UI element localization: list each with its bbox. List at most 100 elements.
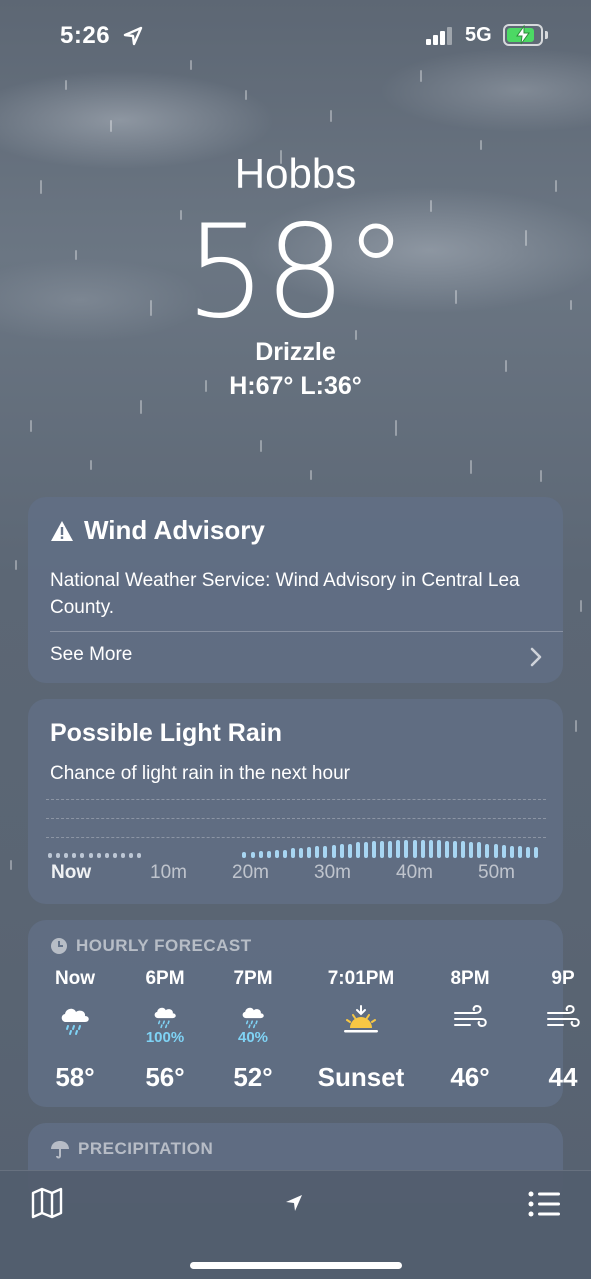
precipitation-header: PRECIPITATION bbox=[50, 1139, 213, 1159]
time-tick-label: 30m bbox=[314, 862, 351, 883]
divider bbox=[50, 631, 563, 632]
grid-line bbox=[46, 799, 546, 800]
rain-bar bbox=[274, 849, 279, 858]
rain-bar bbox=[396, 840, 401, 858]
location-arrow-icon[interactable] bbox=[284, 1193, 304, 1213]
next-hour-precip-card[interactable]: Possible Light Rain Chance of light rain… bbox=[28, 699, 563, 904]
rain-bar bbox=[469, 842, 474, 858]
rain-bar bbox=[129, 853, 133, 858]
rain-bar bbox=[509, 846, 514, 858]
rain-bar bbox=[372, 841, 376, 858]
high-low: H:67° L:36° bbox=[229, 372, 362, 400]
rain-streak bbox=[245, 90, 247, 100]
time-tick-label: 50m bbox=[478, 862, 515, 883]
current-temperature: 58° bbox=[185, 198, 408, 347]
rain-bar bbox=[242, 852, 247, 858]
rain-cloud-icon: 40% bbox=[208, 998, 298, 1046]
grid-line bbox=[46, 818, 546, 819]
rain-bar bbox=[485, 843, 490, 858]
rain-bar bbox=[534, 847, 538, 858]
rain-bar bbox=[331, 844, 336, 858]
status-bar: 5:26 5G bbox=[0, 0, 591, 70]
rain-bar bbox=[80, 853, 85, 858]
rain-streak bbox=[470, 460, 472, 474]
rain-bar bbox=[436, 840, 441, 858]
clock-icon bbox=[51, 938, 67, 954]
rain-bar bbox=[525, 847, 530, 858]
map-icon[interactable] bbox=[30, 1186, 64, 1220]
rain-bar bbox=[299, 848, 304, 858]
rain-streak bbox=[65, 80, 67, 90]
chevron-right-icon[interactable] bbox=[529, 647, 543, 667]
rain-bar bbox=[339, 843, 344, 858]
rain-bar bbox=[291, 848, 295, 858]
rain-streak bbox=[15, 560, 17, 570]
rain-streak bbox=[395, 420, 397, 436]
city-name: Hobbs bbox=[234, 150, 357, 197]
location-arrow-icon bbox=[123, 26, 143, 46]
grid-line bbox=[46, 837, 546, 838]
rain-bar bbox=[104, 853, 109, 858]
rain-bar bbox=[453, 841, 457, 858]
rain-bar bbox=[380, 841, 385, 858]
see-more-link[interactable]: See More bbox=[50, 644, 132, 666]
rain-bar bbox=[412, 840, 417, 858]
hour-label: 9P bbox=[551, 968, 575, 989]
rain-streak bbox=[330, 110, 332, 122]
rain-bar bbox=[404, 840, 409, 858]
rain-bar bbox=[363, 842, 368, 858]
rain-bar bbox=[517, 846, 522, 858]
hour-column: Now 58° bbox=[30, 968, 120, 1092]
rain-streak bbox=[580, 600, 582, 612]
rain-streak bbox=[540, 470, 542, 482]
rain-bar bbox=[347, 843, 352, 858]
rain-cloud-icon bbox=[30, 998, 120, 1046]
list-icon[interactable] bbox=[527, 1189, 561, 1219]
status-time: 5:26 bbox=[60, 22, 111, 49]
precip-chance: 40% bbox=[237, 1029, 269, 1046]
hourly-heading: HOURLY FORECAST bbox=[76, 936, 252, 955]
rain-bar bbox=[501, 844, 506, 858]
wind-icon bbox=[518, 998, 591, 1046]
rain-bar bbox=[461, 841, 466, 858]
rain-bar bbox=[112, 853, 117, 858]
rain-bar bbox=[258, 850, 263, 858]
rain-streak bbox=[10, 860, 12, 870]
rain-bar bbox=[428, 840, 433, 858]
rain-bar bbox=[493, 843, 498, 858]
rain-bar bbox=[48, 853, 52, 858]
time-tick-label: 20m bbox=[232, 862, 269, 883]
wind-icon bbox=[425, 998, 515, 1046]
precipitation-heading: PRECIPITATION bbox=[78, 1139, 214, 1158]
hour-label: Now bbox=[54, 968, 96, 989]
time-tick-label: 40m bbox=[396, 862, 433, 883]
rain-streak bbox=[310, 470, 312, 480]
hour-label: 6PM bbox=[145, 968, 185, 989]
home-indicator bbox=[190, 1262, 402, 1269]
rain-bar bbox=[137, 853, 142, 858]
hour-temperature: Sunset bbox=[317, 1062, 405, 1092]
hourly-forecast-card[interactable]: HOURLY FORECAST Now 58° 6PM 100% 56° 7PM 40% 52… bbox=[28, 920, 580, 1107]
rain-bar bbox=[282, 849, 287, 858]
rain-bar bbox=[355, 842, 360, 858]
hourly-header: HOURLY FORECAST bbox=[50, 936, 252, 956]
rain-bar bbox=[444, 841, 449, 858]
rain-card-subtitle: Chance of light rain in the next hour bbox=[50, 763, 350, 784]
rain-bar bbox=[64, 853, 69, 858]
current-condition: Drizzle bbox=[255, 338, 336, 366]
hour-column: 7:01PM Sunset bbox=[316, 968, 406, 1092]
rain-bar bbox=[388, 841, 393, 858]
rain-bar bbox=[266, 850, 271, 858]
rain-streak bbox=[140, 400, 142, 414]
rain-streak bbox=[110, 120, 112, 132]
rain-card-title: Possible Light Rain bbox=[50, 719, 282, 747]
rain-streak bbox=[480, 140, 482, 150]
rain-bar bbox=[477, 842, 482, 858]
precip-chance: 100% bbox=[145, 1029, 185, 1046]
rain-bar bbox=[250, 852, 255, 858]
rain-bar bbox=[420, 840, 425, 858]
wind-advisory-card[interactable]: Wind Advisory National Weather Service: … bbox=[28, 497, 563, 683]
hour-temperature: 44 bbox=[548, 1062, 578, 1092]
hour-column: 8PM 46° bbox=[425, 968, 515, 1092]
rain-streak bbox=[420, 70, 422, 82]
